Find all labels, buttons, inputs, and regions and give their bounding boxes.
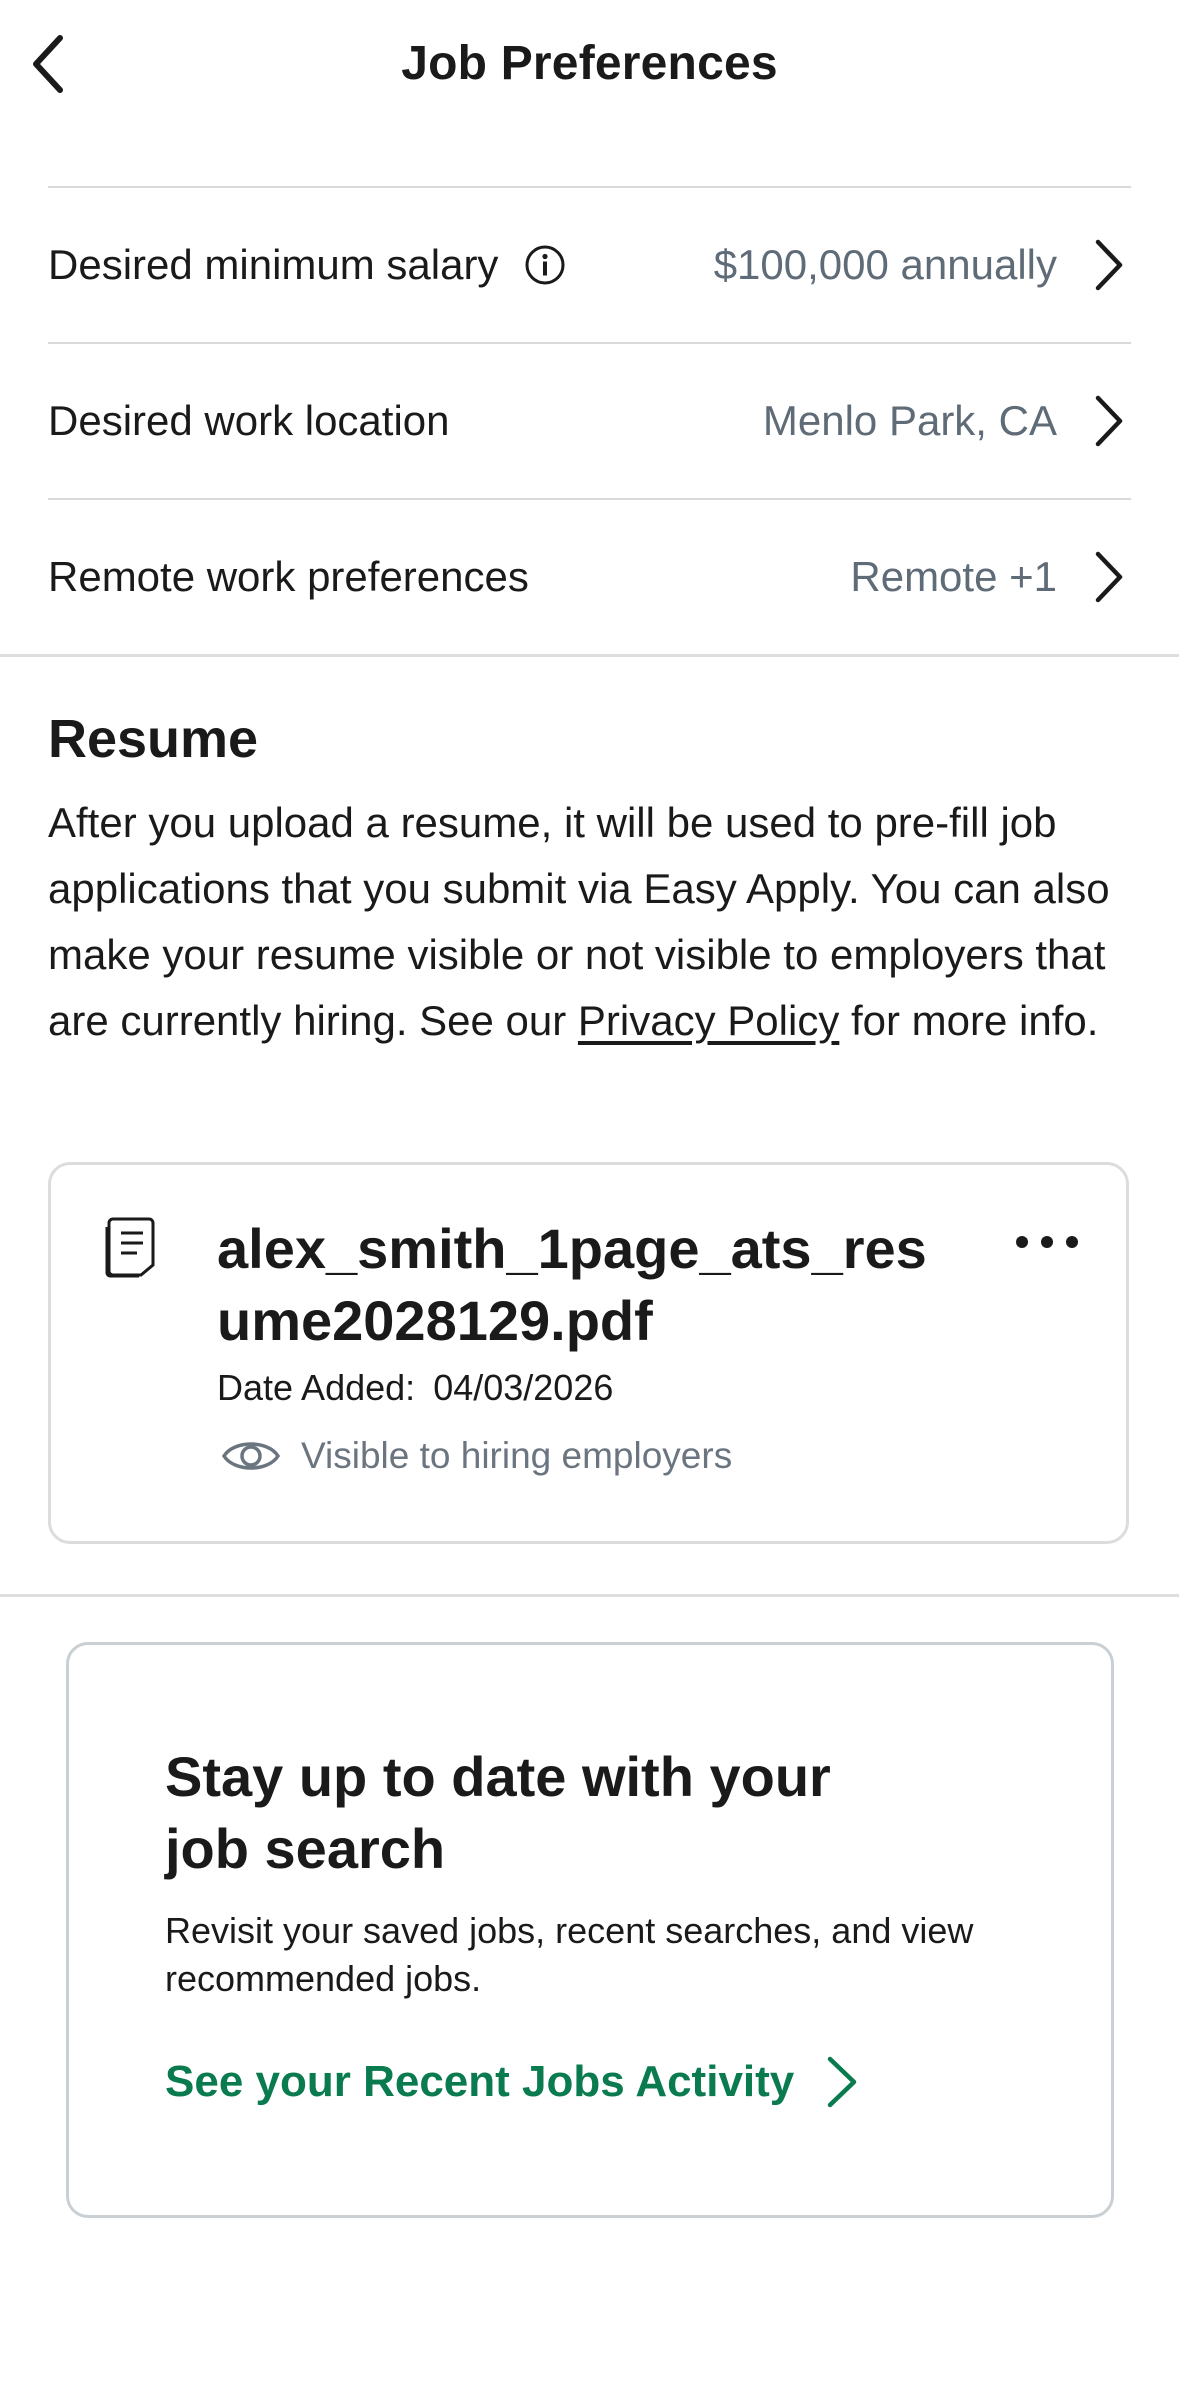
pref-label: Desired work location xyxy=(48,397,450,444)
top-bar: Job Preferences xyxy=(0,0,1179,134)
visibility-toggle[interactable]: Visible to hiring employers xyxy=(221,1435,732,1477)
recent-jobs-activity-label: See your Recent Jobs Activity xyxy=(165,2057,795,2106)
section-divider xyxy=(0,1594,1179,1597)
date-added-label: Date Added: xyxy=(217,1367,416,1408)
resume-file-card: alex_smith_1page_ats_resume2028129.pdf D… xyxy=(48,1162,1129,1544)
pref-row-location[interactable]: Desired work location Menlo Park, CA xyxy=(48,344,1131,498)
promo-title: Stay up to date with your job search xyxy=(165,1745,831,1880)
chevron-right-icon xyxy=(1087,394,1131,448)
resume-description: After you upload a resume, it will be us… xyxy=(48,790,1133,1054)
chevron-right-icon xyxy=(1087,238,1131,292)
pref-row-remote[interactable]: Remote work preferences Remote +1 xyxy=(48,500,1131,654)
more-icon[interactable] xyxy=(1012,1227,1082,1257)
page-title: Job Preferences xyxy=(401,37,778,90)
chevron-right-icon xyxy=(1087,550,1131,604)
privacy-policy-link[interactable]: Privacy Policy xyxy=(578,997,839,1044)
resume-description-text-end: for more info. xyxy=(839,997,1099,1044)
recent-jobs-activity-link[interactable]: See your Recent Jobs Activity xyxy=(165,2055,860,2109)
pref-label: Remote work preferences xyxy=(48,553,529,600)
resume-heading: Resume xyxy=(48,709,259,769)
chevron-right-icon xyxy=(828,2056,857,2108)
eye-icon xyxy=(221,1442,281,1470)
resume-file-name: alex_smith_1page_ats_resume2028129.pdf xyxy=(217,1217,927,1352)
pref-row-salary[interactable]: Desired minimum salary $100,000 annually xyxy=(48,188,1131,342)
pref-value: $100,000 annually xyxy=(713,241,1057,288)
recent-activity-card: Stay up to date with your job search Rev… xyxy=(66,1642,1114,2218)
document-icon xyxy=(105,1217,155,1278)
section-divider xyxy=(0,654,1179,657)
pref-value: Remote +1 xyxy=(850,553,1057,600)
pref-label: Desired minimum salary xyxy=(48,241,499,288)
date-added-value: 04/03/2026 xyxy=(433,1367,614,1408)
date-added: Date Added: 04/03/2026 xyxy=(217,1367,613,1409)
promo-description: Revisit your saved jobs, recent searches… xyxy=(165,1910,974,1999)
visibility-status: Visible to hiring employers xyxy=(301,1435,733,1476)
pref-value: Menlo Park, CA xyxy=(762,397,1057,444)
info-icon[interactable] xyxy=(524,244,566,286)
